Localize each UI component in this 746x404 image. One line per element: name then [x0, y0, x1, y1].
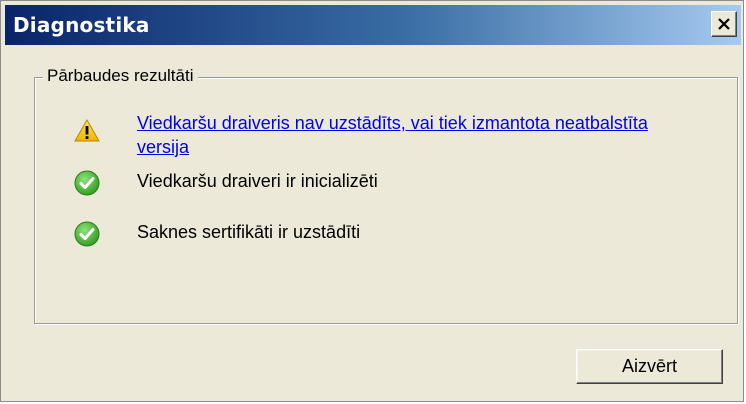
result-row-root-certificates: Saknes sertifikāti ir uzstādīti	[73, 220, 677, 248]
drivers-initialized-text: Viedkaršu draiveri ir inicializēti	[137, 171, 378, 191]
close-button[interactable]: Aizvērt	[576, 349, 723, 384]
diagnostics-dialog: Diagnostika Pārbaudes rezultāti Viedkarš…	[0, 0, 744, 402]
driver-warning-link[interactable]: Viedkaršu draiveris nav uzstādīts, vai t…	[137, 111, 677, 159]
title-close-button[interactable]	[711, 11, 737, 37]
results-group-label: Pārbaudes rezultāti	[43, 65, 199, 87]
result-row-driver-warning: Viedkaršu draiveris nav uzstādīts, vai t…	[73, 111, 677, 159]
check-icon	[74, 170, 100, 196]
warning-icon	[74, 118, 100, 142]
check-icon	[74, 221, 100, 247]
title-bar[interactable]: Diagnostika	[5, 5, 741, 45]
root-certificates-text: Saknes sertifikāti ir uzstādīti	[137, 222, 361, 242]
result-row-drivers-initialized: Viedkaršu draiveri ir inicializēti	[73, 169, 677, 197]
window-title: Diagnostika	[13, 13, 150, 37]
close-icon	[718, 18, 730, 30]
